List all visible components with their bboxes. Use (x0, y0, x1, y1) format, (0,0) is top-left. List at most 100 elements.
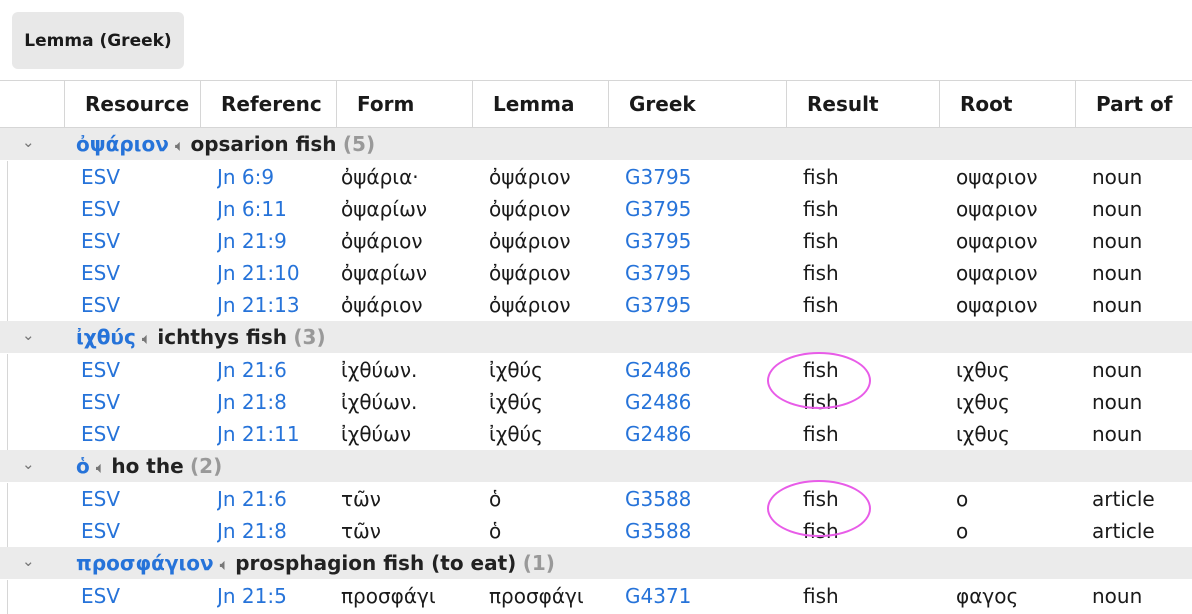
column-header-root[interactable]: Root (939, 81, 1075, 127)
part-of-speech-cell: noun (1092, 584, 1143, 608)
table-row[interactable]: ESV Jn 21:10 ὀψαρίων ὀψάριον G3795 fish οψαριο… (0, 257, 1192, 289)
column-header-form[interactable]: Form (336, 81, 472, 127)
table-row[interactable]: ESV Jn 21:8 τῶν ὁ G3588 fish ο article (0, 515, 1192, 547)
group-by-lemma-button[interactable]: Lemma (Greek) (12, 12, 184, 69)
lemma-cell: ὀψάριον (489, 165, 571, 189)
result-cell: fish (803, 422, 839, 446)
reference-link[interactable]: Jn 6:9 (217, 161, 274, 193)
reference-link[interactable]: Jn 21:13 (217, 289, 300, 321)
reference-link[interactable]: Jn 21:10 (217, 257, 300, 289)
resource-link[interactable]: ESV (81, 193, 120, 225)
strongs-link[interactable]: G3795 (625, 289, 691, 321)
form-cell: τῶν (341, 519, 381, 543)
group-header-row[interactable]: ⌄ ἰχθύς 🔈︎ ichthys fish (3) (0, 321, 1192, 354)
form-cell: ὀψάριον (341, 229, 423, 253)
strongs-link[interactable]: G3795 (625, 193, 691, 225)
root-cell: οψαριον (956, 293, 1038, 317)
part-of-speech-cell: noun (1092, 165, 1143, 189)
resource-link[interactable]: ESV (81, 225, 120, 257)
strongs-link[interactable]: G2486 (625, 418, 691, 450)
strongs-link[interactable]: G3588 (625, 515, 691, 547)
group-lemma-link[interactable]: ἰχθύς (76, 325, 136, 349)
table-row[interactable]: ESV Jn 21:6 ἰχθύων. ἰχθύς G2486 fish ιχθυς noun (0, 354, 1192, 386)
reference-link[interactable]: Jn 21:8 (217, 515, 287, 547)
column-header-lemma[interactable]: Lemma (472, 81, 608, 127)
resource-link[interactable]: ESV (81, 418, 120, 450)
column-header-reference[interactable]: Referenc (200, 81, 336, 127)
reference-link[interactable]: Jn 6:11 (217, 193, 287, 225)
column-header-resource[interactable]: Resource (64, 81, 201, 127)
result-cell: fish (803, 519, 839, 543)
group-header-row[interactable]: ⌄ ὀψάριον 🔈︎ opsarion fish (5) (0, 128, 1192, 161)
resource-link[interactable]: ESV (81, 289, 120, 321)
table-row[interactable]: ESV Jn 21:5 προσφάγι προσφάγι G4371 fish φαγος… (0, 580, 1192, 612)
lemma-cell: ὁ (489, 487, 502, 511)
chevron-down-icon[interactable]: ⌄ (22, 552, 35, 570)
strongs-link[interactable]: G4371 (625, 580, 691, 612)
table-row[interactable]: ESV Jn 21:8 ἰχθύων. ἰχθύς G2486 fish ιχθυς noun (0, 386, 1192, 418)
column-header-greek[interactable]: Greek (608, 81, 786, 127)
lemma-cell: ὀψάριον (489, 197, 571, 221)
reference-link[interactable]: Jn 21:11 (217, 418, 300, 450)
reference-link[interactable]: Jn 21:8 (217, 386, 287, 418)
root-cell: ο (956, 519, 969, 543)
table-row[interactable]: ESV Jn 21:6 τῶν ὁ G3588 fish ο article (0, 483, 1192, 515)
form-cell: ὀψάρια· (341, 165, 419, 189)
column-header-part-of-speech[interactable]: Part of (1075, 81, 1192, 127)
group-description: prosphagion fish (to eat) (235, 551, 517, 575)
speaker-icon[interactable]: 🔈︎ (175, 136, 185, 155)
table-row[interactable]: ESV Jn 21:13 ὀψάριον ὀψάριον G3795 fish οψαριο… (0, 289, 1192, 321)
reference-link[interactable]: Jn 21:6 (217, 483, 287, 515)
part-of-speech-cell: noun (1092, 390, 1143, 414)
strongs-link[interactable]: G2486 (625, 386, 691, 418)
result-cell: fish (803, 165, 839, 189)
result-cell: fish (803, 229, 839, 253)
reference-link[interactable]: Jn 21:9 (217, 225, 287, 257)
chevron-down-icon[interactable]: ⌄ (22, 133, 35, 151)
part-of-speech-cell: noun (1092, 229, 1143, 253)
form-cell: ἰχθύων (341, 422, 412, 446)
strongs-link[interactable]: G3795 (625, 225, 691, 257)
root-cell: φαγος (956, 584, 1019, 608)
group-title: προσφάγιον 🔈︎ prosphagion fish (to eat) (1… (76, 547, 555, 579)
table-row[interactable]: ESV Jn 21:11 ἰχθύων ἰχθύς G2486 fish ιχθυς noun (0, 418, 1192, 450)
resource-link[interactable]: ESV (81, 515, 120, 547)
result-cell: fish (803, 197, 839, 221)
reference-link[interactable]: Jn 21:5 (217, 580, 287, 612)
result-cell: fish (803, 293, 839, 317)
table-row[interactable]: ESV Jn 6:11 ὀψαρίων ὀψάριον G3795 fish οψαριον… (0, 193, 1192, 225)
resource-link[interactable]: ESV (81, 386, 120, 418)
group-header-row[interactable]: ⌄ προσφάγιον 🔈︎ prosphagion fish (to eat) (… (0, 547, 1192, 580)
form-cell: προσφάγι (341, 584, 436, 608)
strongs-link[interactable]: G3795 (625, 257, 691, 289)
group-lemma-link[interactable]: ὀψάριον (76, 132, 169, 156)
group-lemma-link[interactable]: ὁ (76, 454, 90, 478)
root-cell: ιχθυς (956, 422, 1010, 446)
strongs-link[interactable]: G2486 (625, 354, 691, 386)
chevron-down-icon[interactable]: ⌄ (22, 326, 35, 344)
strongs-link[interactable]: G3588 (625, 483, 691, 515)
lemma-cell: ἰχθύς (489, 358, 543, 382)
part-of-speech-cell: noun (1092, 293, 1143, 317)
speaker-icon[interactable]: 🔈︎ (96, 458, 106, 477)
group-lemma-link[interactable]: προσφάγιον (76, 551, 214, 575)
part-of-speech-cell: article (1092, 519, 1155, 543)
part-of-speech-cell: article (1092, 487, 1155, 511)
speaker-icon[interactable]: 🔈︎ (142, 329, 152, 348)
resource-link[interactable]: ESV (81, 580, 120, 612)
resource-link[interactable]: ESV (81, 161, 120, 193)
resource-link[interactable]: ESV (81, 257, 120, 289)
resource-link[interactable]: ESV (81, 483, 120, 515)
column-header-result[interactable]: Result (786, 81, 939, 127)
root-cell: ιχθυς (956, 358, 1010, 382)
lemma-cell: προσφάγι (489, 584, 584, 608)
speaker-icon[interactable]: 🔈︎ (220, 555, 230, 574)
strongs-link[interactable]: G3795 (625, 161, 691, 193)
resource-link[interactable]: ESV (81, 354, 120, 386)
table-row[interactable]: ESV Jn 6:9 ὀψάρια· ὀψάριον G3795 fish οψαριον n… (0, 161, 1192, 193)
group-title: ὁ 🔈︎ ho the (2) (76, 450, 222, 482)
group-header-row[interactable]: ⌄ ὁ 🔈︎ ho the (2) (0, 450, 1192, 483)
table-row[interactable]: ESV Jn 21:9 ὀψάριον ὀψάριον G3795 fish οψαριον… (0, 225, 1192, 257)
reference-link[interactable]: Jn 21:6 (217, 354, 287, 386)
chevron-down-icon[interactable]: ⌄ (22, 455, 35, 473)
